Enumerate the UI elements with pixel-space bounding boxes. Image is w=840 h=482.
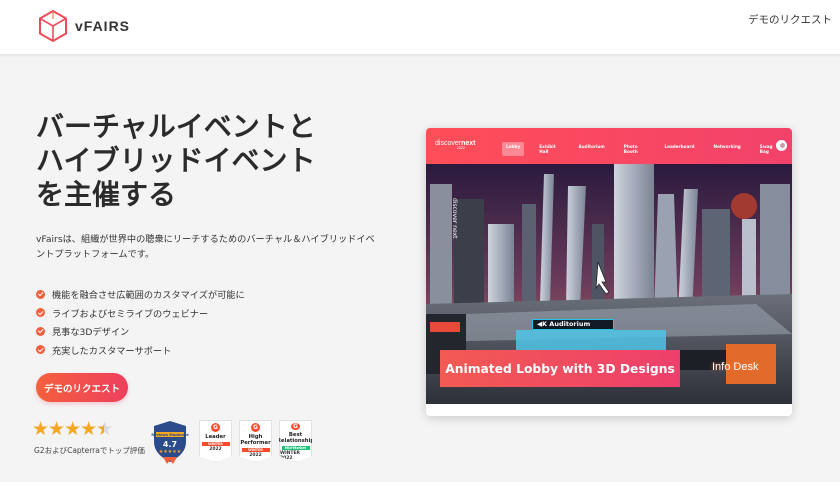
capterra-badge-label: Reviews Moderate (151, 433, 189, 437)
user-avatar[interactable] (776, 140, 787, 151)
g2-badge-title: High Performer (240, 434, 271, 446)
feature-banner: Animated Lobby with 3D Designs (440, 350, 680, 387)
feature-label: ライブおよびセミライブのウェビナー (52, 308, 209, 320)
g2-badge-high-performer: G High Performer WINTER 2022 (239, 420, 272, 462)
feature-item: 機能を融合させ広範囲のカスタマイズが可能に (36, 285, 245, 304)
hero-title: バーチャルイベントと ハイブリッドイベント を主催する (36, 110, 366, 212)
top-navigation-bar: vFAIRS デモのリクエスト (0, 0, 840, 55)
g2-badge-year: 2022 (249, 453, 262, 458)
g2-logo-icon: G (211, 423, 220, 432)
hero-title-line-2: ハイブリッドイベント (36, 144, 316, 177)
logo-text: vFAIRS (75, 18, 131, 34)
hero-description: vFairsは、組織が世界中の聴衆にリーチするためのバーチャル＆ハイブリッドイベ… (36, 234, 375, 260)
g2-logo-icon: G (291, 423, 300, 430)
check-icon (36, 308, 45, 318)
demo-request-button[interactable]: デモのリクエスト (36, 373, 128, 402)
event-tabs: Lobby Exhibit Hall Auditorium Photo Boot… (502, 142, 792, 156)
hero-title-line-1: バーチャルイベントと (36, 110, 316, 143)
tab-photo-booth[interactable]: Photo Booth (620, 142, 650, 156)
feature-label: 充実したカスタマーサポート (52, 345, 172, 357)
star-icon: ★ (80, 418, 97, 440)
award-badges: Reviews Moderate 4.7 ★★★★★ G Leader WINT… (150, 420, 319, 464)
star-icon: ★ (48, 418, 65, 440)
hero-title-line-3: を主催する (36, 178, 177, 211)
info-desk-sign[interactable]: Info Desk (712, 361, 758, 373)
star-icon: ★ (64, 418, 81, 440)
feature-label: 見事な3Dデザイン (52, 327, 130, 339)
check-icon (36, 289, 45, 299)
feature-item: 充実したカスタマーサポート (36, 341, 245, 360)
event-brand-logo: discovernext 2022 (435, 140, 475, 150)
feature-item: 見事な3Dデザイン (36, 322, 245, 341)
g2-badge-title: Leader (205, 434, 226, 440)
star-rating: ★ ★ ★ ★ ★ (32, 420, 145, 439)
g2-badge-best-relationship: G Best Relationship Mid-Market WINTER 20… (279, 420, 312, 462)
tab-lobby[interactable]: Lobby (502, 142, 525, 156)
tab-auditorium[interactable]: Auditorium (574, 142, 608, 156)
event-nav-bar: discovernext 2022 Lobby Exhibit Hall Aud… (426, 128, 792, 164)
hero-section: バーチャルイベントと ハイブリッドイベント を主催する vFairsは、組織が世… (36, 110, 375, 262)
product-screenshot: discovernext 2022 Lobby Exhibit Hall Aud… (426, 128, 792, 416)
feature-label: 機能を融合させ広範囲のカスタマイズが可能に (52, 290, 245, 302)
g2-logo-icon: G (251, 423, 260, 432)
g2-badge-band: WINTER (241, 448, 270, 452)
g2-badge-band: WINTER (201, 442, 230, 446)
feature-list: 機能を融合させ広範囲のカスタマイズが可能に ライブおよびセミライブのウェビナー … (36, 285, 245, 359)
check-icon (36, 345, 45, 355)
tab-leaderboard[interactable]: Leaderboard (660, 142, 698, 156)
check-icon (36, 326, 45, 336)
nav-demo-request-link[interactable]: デモのリクエスト (748, 12, 832, 27)
g2-badge-title: Best Relationship (276, 432, 315, 444)
half-star-icon: ★ (96, 418, 113, 440)
capterra-badge-score: 4.7 (163, 440, 177, 449)
svg-text:★★★★★: ★★★★★ (159, 449, 182, 455)
rating-block: ★ ★ ★ ★ ★ G2およびCapterraでトップ評価 (32, 420, 145, 456)
tab-networking[interactable]: Networking (709, 142, 744, 156)
hexagon-cube-logo-icon (39, 9, 67, 43)
rating-caption: G2およびCapterraでトップ評価 (34, 446, 145, 455)
feature-item: ライブおよびセミライブのウェビナー (36, 304, 245, 323)
g2-badge-leader: G Leader WINTER 2022 (199, 420, 232, 462)
g2-badge-band: Mid-Market (281, 446, 310, 450)
tower-signage: discover next (451, 198, 458, 239)
g2-badge-year: 2022 (209, 447, 222, 452)
tab-exhibit-hall[interactable]: Exhibit Hall (535, 142, 563, 156)
star-icon: ★ (32, 418, 49, 440)
auditorium-sign[interactable]: ◀K Auditorium (532, 319, 614, 330)
g2-badge-year: WINTER 2022 (280, 451, 301, 461)
vfairs-logo[interactable]: vFAIRS (37, 9, 130, 43)
capterra-badge-icon: Reviews Moderate 4.7 ★★★★★ (151, 421, 189, 464)
